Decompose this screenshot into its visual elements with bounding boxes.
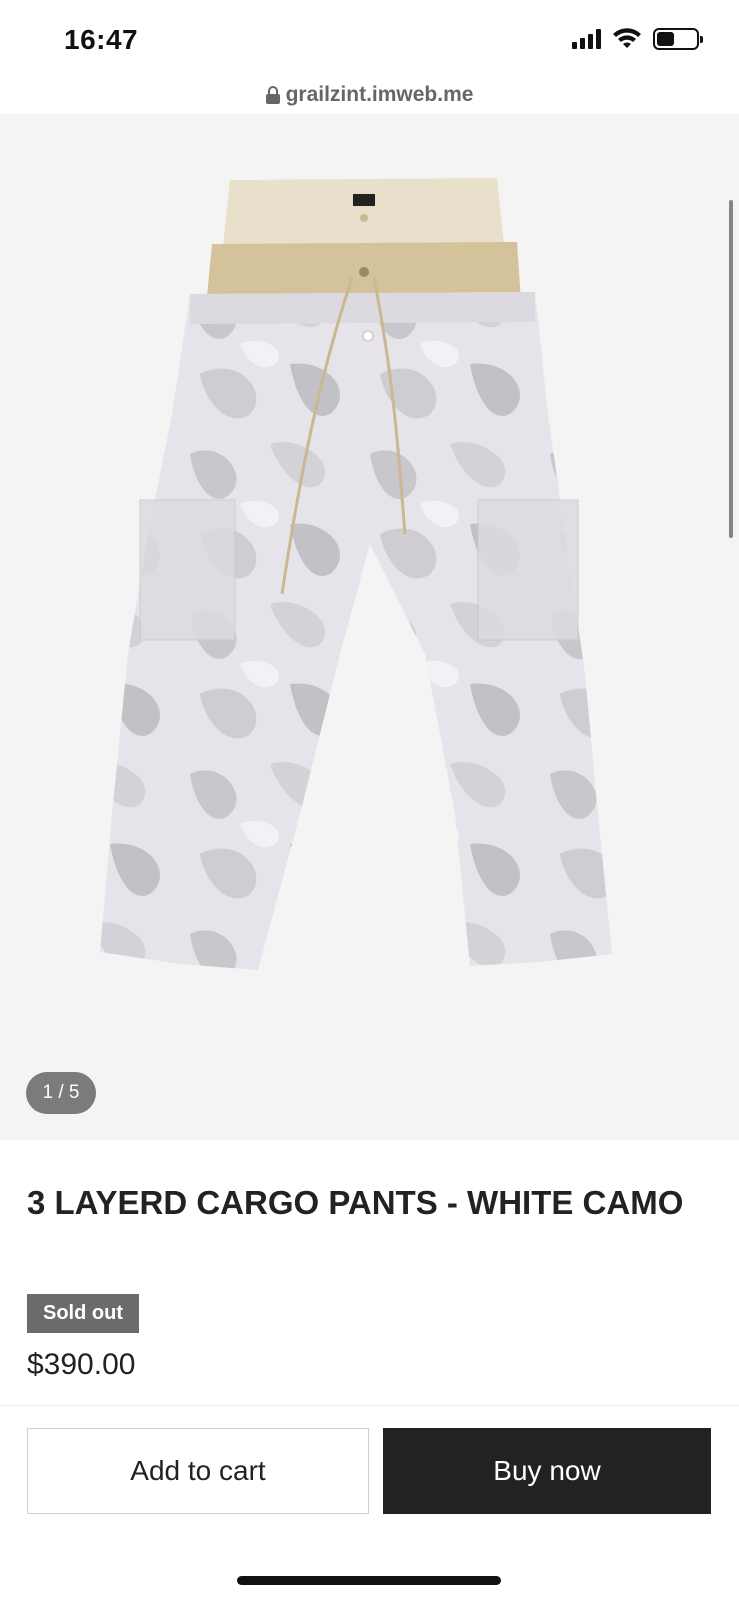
wifi-icon bbox=[613, 28, 641, 48]
purchase-bar: Add to cart Buy now bbox=[0, 1405, 739, 1600]
status-time: 16:47 bbox=[64, 24, 139, 55]
status-icons bbox=[572, 28, 703, 50]
buy-now-button[interactable]: Buy now bbox=[383, 1428, 711, 1514]
add-to-cart-button[interactable]: Add to cart bbox=[27, 1428, 369, 1514]
product-gallery[interactable]: 1 / 5 bbox=[0, 114, 739, 1140]
address-bar[interactable]: grailzint.imweb.me bbox=[0, 78, 739, 112]
product-image bbox=[100, 178, 612, 970]
product-price: $390.00 bbox=[27, 1348, 136, 1381]
home-indicator[interactable] bbox=[237, 1576, 501, 1585]
sold-out-badge: Sold out bbox=[27, 1294, 139, 1333]
image-counter-badge: 1 / 5 bbox=[26, 1072, 96, 1114]
url-text: grailzint.imweb.me bbox=[285, 83, 474, 106]
status-bar: 16:47 bbox=[0, 0, 739, 80]
product-title: 3 LAYERD CARGO PANTS - WHITE CAMO bbox=[27, 1184, 684, 1221]
signal-icon bbox=[572, 29, 601, 49]
battery-icon bbox=[653, 28, 703, 50]
gallery-scrollbar[interactable] bbox=[729, 200, 733, 538]
lock-icon bbox=[265, 86, 280, 104]
